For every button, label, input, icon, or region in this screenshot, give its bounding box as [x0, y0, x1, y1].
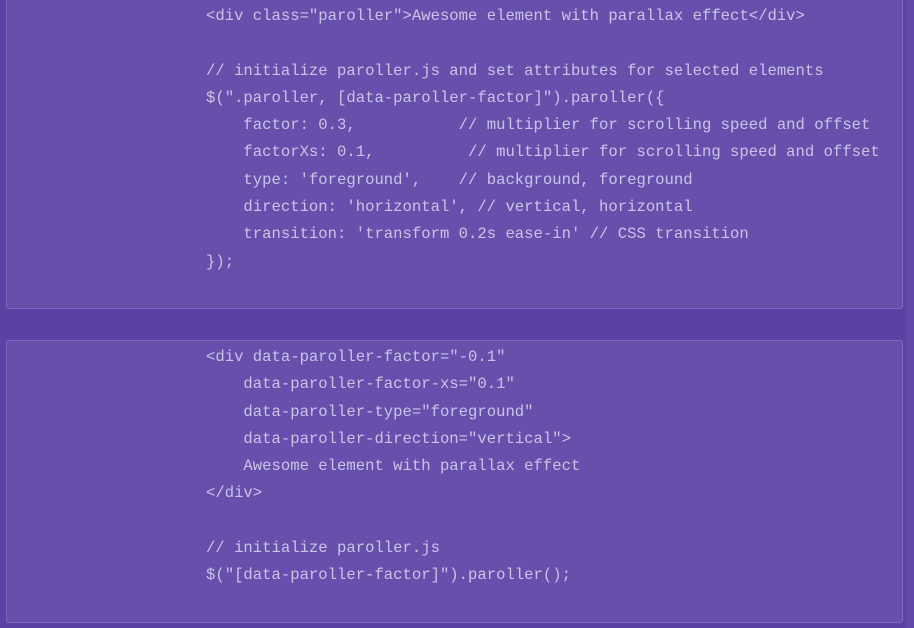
code-block-jquery-init: <div class="paroller">Awesome element wi…: [6, 0, 903, 309]
code-block-data-attributes: <div data-paroller-factor="-0.1" data-pa…: [6, 340, 903, 623]
code-line: $("[data-paroller-factor]").paroller();: [206, 566, 571, 585]
code-line: <div class="paroller">Awesome element wi…: [206, 7, 805, 25]
code-line: data-paroller-direction="vertical">: [206, 429, 571, 448]
code-snippet: <div data-paroller-factor="-0.1" data-pa…: [206, 344, 580, 590]
code-line: // initialize paroller.js and set attrib…: [206, 61, 824, 80]
code-line: // initialize paroller.js: [206, 539, 440, 558]
page-edge: [905, 0, 914, 628]
code-line: factorXs: 0.1, // multiplier for scrolli…: [206, 143, 880, 162]
code-line: type: 'foreground', // background, foreg…: [206, 170, 693, 189]
code-line: factor: 0.3, // multiplier for scrolling…: [206, 116, 871, 135]
code-snippet: <div class="paroller">Awesome element wi…: [206, 3, 880, 276]
code-line: data-paroller-type="foreground": [206, 402, 534, 421]
code-line: data-paroller-factor-xs="0.1": [206, 375, 515, 394]
code-line: });: [206, 252, 235, 271]
code-line: </div>: [206, 484, 263, 503]
code-line: Awesome element with parallax effect: [206, 457, 581, 476]
code-line: <div data-paroller-factor="-0.1": [206, 348, 506, 366]
code-line: transition: 'transform 0.2s ease-in' // …: [206, 225, 749, 244]
code-line: $(".paroller, [data-paroller-factor]").p…: [206, 88, 665, 107]
code-line: direction: 'horizontal', // vertical, ho…: [206, 198, 693, 217]
